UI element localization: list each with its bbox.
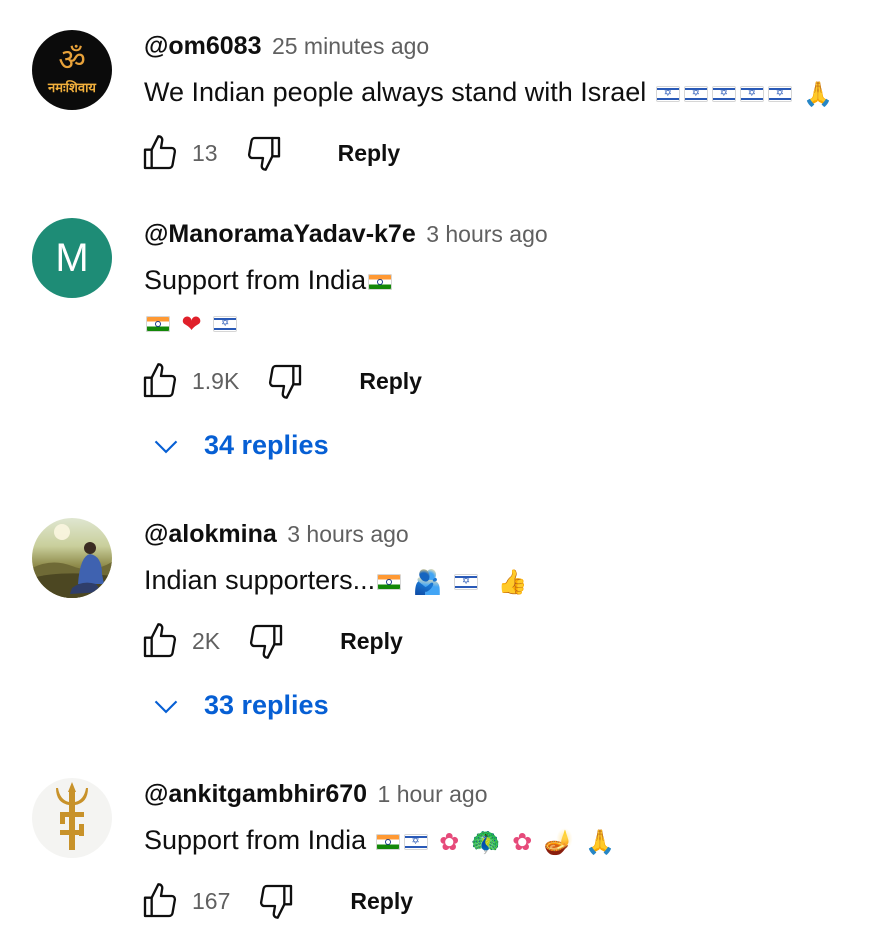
red-heart-emoji: ❤	[181, 309, 202, 338]
reply-button[interactable]: Reply	[350, 888, 413, 915]
comment-header: @om6083 25 minutes ago	[144, 32, 429, 61]
flag-israel-icon	[683, 85, 708, 102]
diya-lamp-emoji: 🪔	[543, 827, 574, 856]
view-replies-button[interactable]: 34 replies	[152, 430, 329, 461]
like-count: 167	[192, 887, 231, 914]
avatar[interactable]	[32, 518, 112, 598]
like-button[interactable]	[140, 133, 180, 173]
timestamp[interactable]: 3 hours ago	[287, 521, 408, 547]
replies-count: 33 replies	[204, 690, 329, 720]
comment-actions: 167 Reply	[140, 879, 413, 923]
thumbs-up-emoji: 👍	[497, 567, 528, 596]
dislike-button[interactable]	[246, 621, 286, 661]
avatar[interactable]: ॐ नमःशिवाय	[32, 30, 112, 110]
hibiscus-emoji: ✿	[512, 827, 533, 856]
comment-text: Support from India ✿ 🦚 ✿ 🪔 🙏	[144, 820, 617, 862]
reply-button[interactable]: Reply	[338, 140, 401, 167]
flag-israel-icon	[454, 573, 479, 590]
thumb-down-icon	[250, 624, 283, 659]
comment-text-body: Support from India	[144, 825, 374, 855]
comment-text-line2: ❤	[144, 302, 239, 344]
flag-india-icon	[368, 273, 393, 290]
comment-text: Support from India	[144, 260, 394, 300]
like-button[interactable]	[140, 881, 180, 921]
thumb-down-icon	[269, 364, 302, 399]
avatar[interactable]: M	[32, 218, 112, 298]
people-hugging-emoji: 🫂	[412, 567, 443, 596]
peacock-emoji: 🦚	[470, 827, 501, 856]
chevron-down-icon	[152, 692, 180, 720]
flag-india-icon	[146, 315, 170, 332]
person-photo-icon	[32, 524, 112, 598]
like-count: 1.9K	[192, 367, 240, 394]
flag-israel-icon	[767, 85, 792, 102]
thumb-up-icon	[143, 623, 177, 658]
chevron-down-icon	[152, 432, 180, 460]
avatar-text: नमःशिवाय	[48, 80, 96, 95]
comment-header: @ManoramaYadav-k7e 3 hours ago	[144, 220, 548, 249]
comment-header: @ankitgambhir670 1 hour ago	[144, 780, 488, 809]
comment-text: We Indian people always stand with Israe…	[144, 72, 835, 114]
flag-israel-icon	[655, 85, 680, 102]
avatar-initial: M	[55, 235, 89, 280]
trishul-icon	[56, 782, 88, 850]
om-symbol-icon: ॐ	[58, 44, 86, 77]
folded-hands-emoji: 🙏	[585, 827, 616, 856]
timestamp[interactable]: 1 hour ago	[378, 781, 488, 807]
like-button[interactable]	[140, 361, 180, 401]
flag-israel-icon	[739, 85, 764, 102]
timestamp[interactable]: 3 hours ago	[426, 221, 547, 247]
flag-israel-icon	[711, 85, 736, 102]
dislike-button[interactable]	[244, 133, 284, 173]
hibiscus-emoji: ✿	[439, 827, 460, 856]
thumb-up-icon	[143, 363, 177, 398]
flag-india-icon	[375, 833, 400, 850]
comment-actions: 1.9K Reply	[140, 359, 422, 403]
dislike-button[interactable]	[265, 361, 305, 401]
comment-text-body: Support from India	[144, 265, 367, 295]
comment-actions: 2K Reply	[140, 619, 403, 663]
replies-count: 34 replies	[204, 430, 329, 460]
thumb-up-icon	[143, 135, 177, 170]
comment-header: @alokmina 3 hours ago	[144, 520, 409, 549]
like-count: 2K	[192, 627, 221, 654]
thumb-up-icon	[143, 883, 177, 918]
comment-actions: 13 Reply	[140, 131, 400, 175]
reply-button[interactable]: Reply	[340, 628, 403, 655]
author-name[interactable]: @ankitgambhir670	[144, 780, 367, 808]
folded-hands-emoji: 🙏	[803, 79, 834, 108]
comment-text-body: We Indian people always stand with Israe…	[144, 77, 647, 107]
flag-israel-icon	[403, 833, 428, 850]
thumb-down-icon	[247, 136, 280, 171]
like-button[interactable]	[140, 621, 180, 661]
like-count: 13	[192, 139, 218, 166]
reply-button[interactable]: Reply	[359, 368, 422, 395]
flag-india-icon	[377, 573, 402, 590]
comment-text-body: Indian supporters...	[144, 565, 376, 595]
thumb-down-icon	[260, 884, 293, 919]
flag-israel-icon	[213, 315, 238, 332]
dislike-button[interactable]	[256, 881, 296, 921]
view-replies-button[interactable]: 33 replies	[152, 690, 329, 721]
timestamp[interactable]: 25 minutes ago	[272, 33, 429, 59]
author-name[interactable]: @alokmina	[144, 520, 277, 548]
comment-text: Indian supporters... 🫂 👍	[144, 560, 529, 602]
avatar[interactable]	[32, 778, 112, 858]
author-name[interactable]: @om6083	[144, 32, 262, 60]
author-name[interactable]: @ManoramaYadav-k7e	[144, 220, 416, 248]
